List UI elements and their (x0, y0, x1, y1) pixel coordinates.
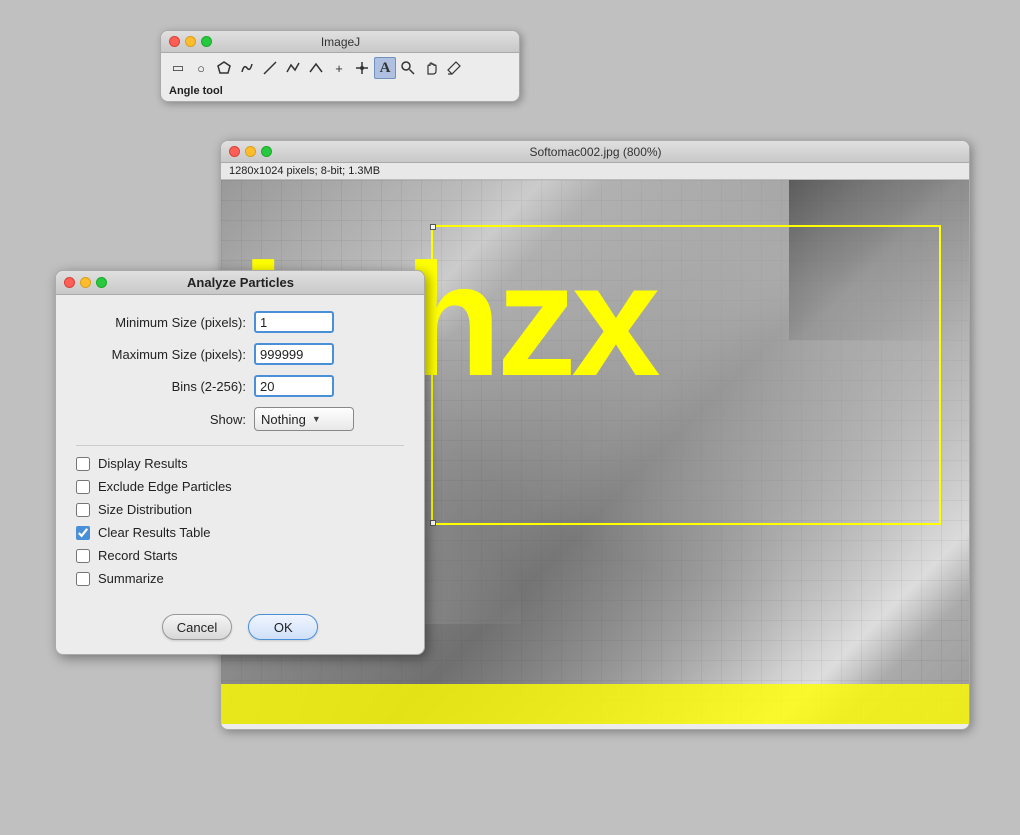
summarize-row: Summarize (76, 571, 404, 586)
tool-icons-bar: ▭ ○ + A (161, 53, 519, 83)
show-row: Show: Nothing ▼ (76, 407, 404, 431)
crosshair-tool[interactable]: + (328, 57, 350, 79)
text-tool[interactable]: A (374, 57, 396, 79)
image-info-bar: 1280x1024 pixels; 8-bit; 1.3MB (221, 163, 969, 180)
summarize-label: Summarize (98, 571, 164, 586)
summarize-checkbox[interactable] (76, 572, 90, 586)
show-value: Nothing (261, 412, 306, 427)
exclude-edge-label: Exclude Edge Particles (98, 479, 232, 494)
max-size-input[interactable] (254, 343, 334, 365)
dialog-title: Analyze Particles (65, 275, 416, 290)
size-dist-label: Size Distribution (98, 502, 192, 517)
clear-results-row: Clear Results Table (76, 525, 404, 540)
imagej-toolbar: ImageJ ▭ ○ + A Angle (160, 30, 520, 102)
dialog-buttons: Cancel OK (56, 604, 424, 654)
toolbar-status: Angle tool (161, 83, 519, 101)
max-size-row: Maximum Size (pixels): (76, 343, 404, 365)
divider (76, 445, 404, 446)
bins-row: Bins (2-256): (76, 375, 404, 397)
dropdown-arrow-icon: ▼ (312, 414, 321, 424)
imagej-title: ImageJ (170, 35, 511, 49)
rectangle-tool[interactable]: ▭ (167, 57, 189, 79)
show-label: Show: (76, 412, 246, 427)
record-starts-label: Record Starts (98, 548, 177, 563)
polygon-tool[interactable] (213, 57, 235, 79)
display-results-label: Display Results (98, 456, 188, 471)
freehand-tool[interactable] (236, 57, 258, 79)
oval-tool[interactable]: ○ (190, 57, 212, 79)
ok-button[interactable]: OK (248, 614, 318, 640)
analyze-particles-dialog: Analyze Particles Minimum Size (pixels):… (55, 270, 425, 655)
line-tool[interactable] (259, 57, 281, 79)
max-size-label: Maximum Size (pixels): (76, 347, 246, 362)
point-tool[interactable] (351, 57, 373, 79)
min-size-label: Minimum Size (pixels): (76, 315, 246, 330)
clear-results-label: Clear Results Table (98, 525, 210, 540)
image-titlebar: Softomac002.jpg (800%) (221, 141, 969, 163)
eyedropper-tool[interactable] (443, 57, 465, 79)
record-starts-row: Record Starts (76, 548, 404, 563)
min-size-row: Minimum Size (pixels): (76, 311, 404, 333)
exclude-edge-row: Exclude Edge Particles (76, 479, 404, 494)
dialog-titlebar: Analyze Particles (56, 271, 424, 295)
clear-results-checkbox[interactable] (76, 526, 90, 540)
size-dist-row: Size Distribution (76, 502, 404, 517)
exclude-edge-checkbox[interactable] (76, 480, 90, 494)
imagej-titlebar: ImageJ (161, 31, 519, 53)
cancel-button[interactable]: Cancel (162, 614, 232, 640)
angle-tool[interactable] (305, 57, 327, 79)
magnifier-tool[interactable] (397, 57, 419, 79)
min-size-input[interactable] (254, 311, 334, 333)
show-dropdown[interactable]: Nothing ▼ (254, 407, 354, 431)
yellow-bottom-strip (221, 684, 969, 724)
display-results-checkbox[interactable] (76, 457, 90, 471)
record-starts-checkbox[interactable] (76, 549, 90, 563)
display-results-row: Display Results (76, 456, 404, 471)
hand-tool[interactable] (420, 57, 442, 79)
segmented-tool[interactable] (282, 57, 304, 79)
corner-dark (789, 180, 969, 340)
dialog-body: Minimum Size (pixels): Maximum Size (pix… (56, 295, 424, 604)
bins-input[interactable] (254, 375, 334, 397)
bins-label: Bins (2-256): (76, 379, 246, 394)
image-title: Softomac002.jpg (800%) (230, 145, 961, 159)
size-dist-checkbox[interactable] (76, 503, 90, 517)
